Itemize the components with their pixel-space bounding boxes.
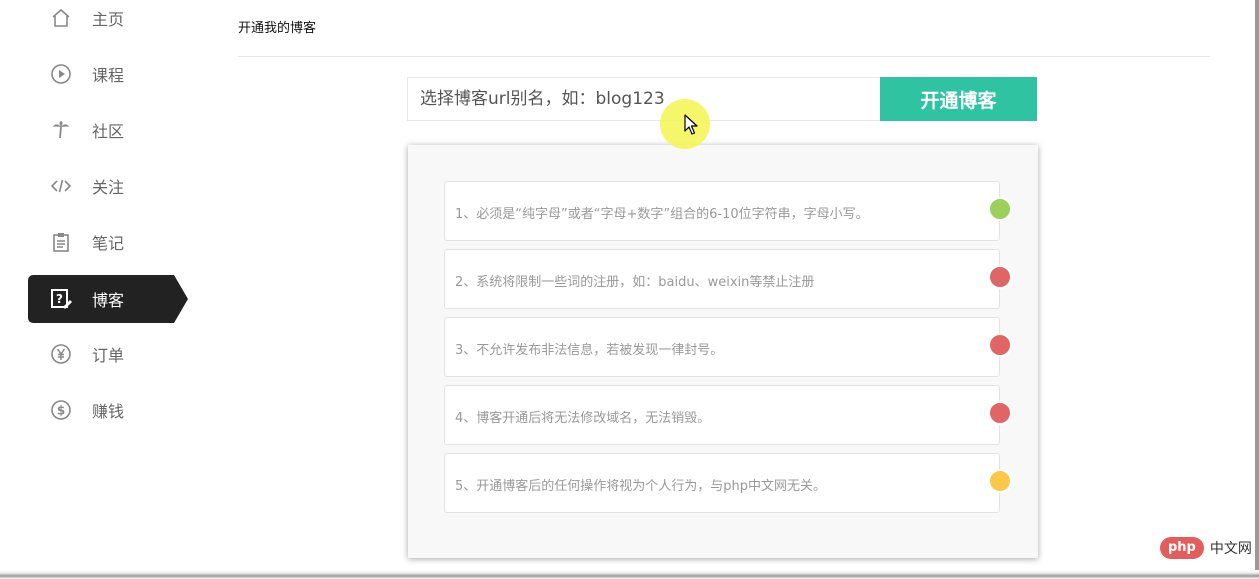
rule-text: 3、不允许发布非法信息，若被发现一律封号。 — [455, 343, 724, 358]
sidebar-item-label: 课程 — [92, 66, 125, 85]
status-dot — [988, 469, 1012, 493]
status-dot — [988, 197, 1012, 221]
palm-tree-icon — [50, 119, 72, 141]
rule-item: 4、博客开通后将无法修改域名，无法销毁。 — [444, 385, 1012, 445]
open-blog-button[interactable]: 开通博客 — [880, 77, 1037, 121]
rule-text: 4、博客开通后将无法修改域名，无法销毁。 — [455, 411, 711, 426]
window-edge-right — [1255, 0, 1259, 579]
home-icon — [50, 7, 72, 29]
play-circle-icon — [50, 63, 72, 85]
sidebar-item-label: 赚钱 — [92, 402, 125, 421]
status-dot — [988, 401, 1012, 425]
rule-item: 1、必须是“纯字母”或者“字母+数字”组合的6-10位字符串，字母小写。 — [444, 181, 1012, 241]
svg-text:?: ? — [56, 292, 63, 306]
rule-item: 2、系统将限制一些词的注册，如：baidu、weixin等禁止注册 — [444, 249, 1012, 309]
sidebar-item-label: 社区 — [92, 122, 125, 141]
code-icon — [50, 175, 72, 197]
title-divider — [238, 56, 1210, 57]
sidebar-item-follow[interactable]: 关注 — [28, 162, 188, 210]
status-dot — [988, 265, 1012, 289]
clipboard-icon — [50, 231, 72, 253]
sidebar-item-community[interactable]: 社区 — [28, 106, 188, 154]
sidebar: 主页 课程 社区 关注 笔记 ? 博客 订单 $ 赚钱 — [0, 0, 200, 570]
rule-text: 5、开通博客后的任何操作将视为个人行为，与php中文网无关。 — [455, 479, 827, 494]
rule-text: 1、必须是“纯字母”或者“字母+数字”组合的6-10位字符串，字母小写。 — [455, 207, 869, 222]
sidebar-item-notes[interactable]: 笔记 — [28, 218, 188, 266]
sidebar-item-label: 博客 — [92, 291, 125, 310]
blog-alias-input[interactable] — [407, 77, 880, 121]
mouse-cursor-icon — [684, 114, 698, 140]
sidebar-item-label: 订单 — [92, 346, 125, 365]
php-logo: php — [1160, 537, 1204, 559]
sidebar-item-blog[interactable]: ? 博客 — [28, 275, 188, 323]
site-watermark: php 中文网 — [1160, 536, 1252, 560]
sidebar-item-orders[interactable]: 订单 — [28, 330, 188, 378]
sidebar-item-label: 关注 — [92, 178, 125, 197]
sidebar-item-earn[interactable]: $ 赚钱 — [28, 386, 188, 434]
dollar-circle-icon: $ — [50, 399, 72, 421]
sidebar-item-label: 笔记 — [92, 234, 125, 253]
blog-edit-icon: ? — [50, 288, 72, 310]
sidebar-item-label: 主页 — [92, 10, 125, 29]
rules-card: 1、必须是“纯字母”或者“字母+数字”组合的6-10位字符串，字母小写。 2、系… — [408, 145, 1038, 558]
rule-item: 5、开通博客后的任何操作将视为个人行为，与php中文网无关。 — [444, 453, 1012, 513]
window-edge-bottom — [0, 570, 1259, 579]
sidebar-item-home[interactable]: 主页 — [28, 0, 188, 42]
watermark-text: 中文网 — [1209, 541, 1252, 557]
rule-text: 2、系统将限制一些词的注册，如：baidu、weixin等禁止注册 — [455, 275, 815, 290]
page-title: 开通我的博客 — [238, 21, 317, 36]
rule-item: 3、不允许发布非法信息，若被发现一律封号。 — [444, 317, 1012, 377]
svg-text:$: $ — [57, 404, 65, 418]
status-dot — [988, 333, 1012, 357]
sidebar-item-courses[interactable]: 课程 — [28, 50, 188, 98]
yen-circle-icon — [50, 343, 72, 365]
